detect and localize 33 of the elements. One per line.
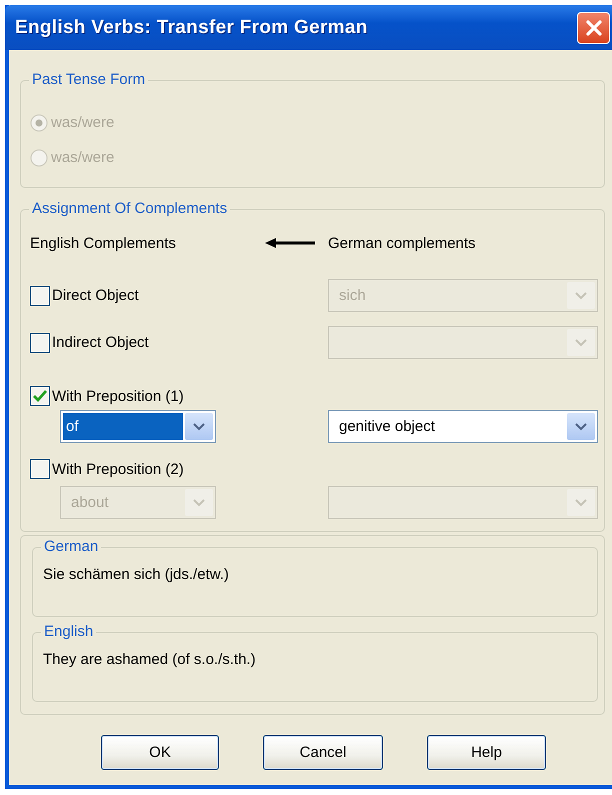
checkbox-label: Indirect Object [52, 334, 149, 351]
column-heading: German complements [328, 234, 477, 252]
group-title: English [43, 623, 94, 641]
close-button[interactable] [577, 12, 610, 44]
group-title: Past Tense Form [31, 71, 146, 89]
checkbox[interactable] [30, 459, 50, 479]
checkbox[interactable] [30, 286, 50, 306]
checkbox-label: Direct Object [52, 287, 139, 304]
chevron-icon [575, 338, 587, 346]
checkbox-label: With Preposition (2) [52, 460, 184, 478]
chevron-icon [575, 498, 587, 506]
radio-label: was/were [51, 149, 114, 166]
chevron-icon [193, 498, 205, 506]
radio-label: was/were [51, 114, 114, 131]
checkbox[interactable] [30, 332, 50, 352]
close-icon [584, 18, 604, 38]
column-heading: English Complements [30, 234, 177, 252]
example-sentence: Sie schämen sich (jds./etw.) [43, 566, 229, 583]
checkbox-label: With Preposition (1) [52, 388, 184, 404]
dropdown[interactable]: genitive object [328, 410, 598, 443]
window-title: English Verbs: Transfer From German [15, 16, 368, 38]
checkbox[interactable] [30, 386, 50, 406]
example-sentence: They are ashamed (of s.o./s.th.) [43, 651, 256, 668]
chevron-icon [193, 422, 205, 430]
chevron-icon [575, 292, 587, 300]
chevron-icon [575, 422, 587, 430]
group-title: German [43, 538, 100, 556]
dialog-button[interactable]: Cancel [263, 735, 383, 770]
left-arrow-icon [265, 238, 315, 248]
group-title: Assignment Of Complements [31, 200, 228, 218]
dialog-button[interactable]: OK [101, 735, 219, 770]
dropdown[interactable]: of [60, 410, 216, 443]
dialog-button[interactable]: Help [427, 735, 546, 770]
